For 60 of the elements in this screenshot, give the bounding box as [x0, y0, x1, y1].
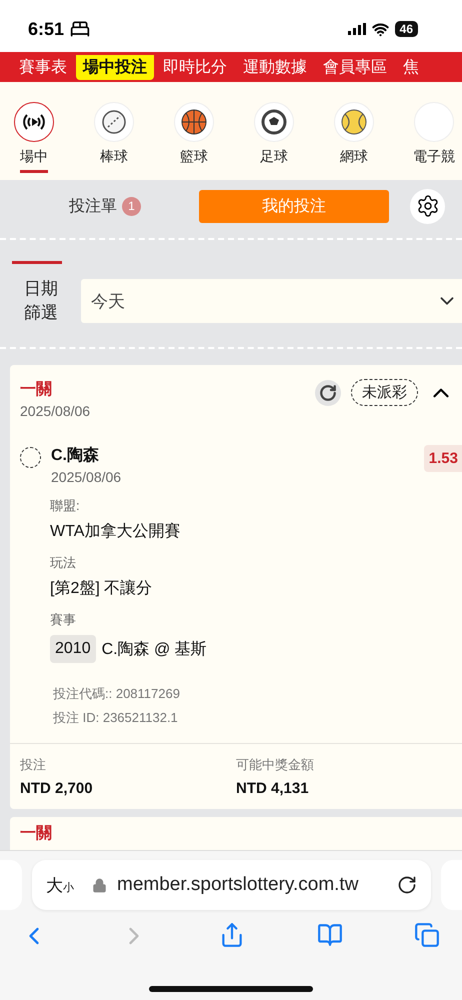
status-tag: 未派彩 — [351, 379, 418, 406]
stake-label: 投注 — [20, 756, 47, 774]
refresh-icon — [319, 384, 337, 402]
bet-type: 一關 — [20, 825, 52, 842]
bet-type: 一關 — [20, 380, 53, 400]
wifi-icon — [372, 20, 389, 38]
clock-time: 6:51 — [28, 18, 64, 40]
lock-icon — [92, 878, 107, 892]
sport-tab[interactable]: 足球 — [260, 148, 288, 173]
tabs-icon — [414, 922, 440, 948]
tabs-button[interactable] — [414, 922, 440, 950]
count-badge: 1 — [122, 196, 141, 216]
event-code: 2010 — [50, 635, 96, 663]
bet-slip-tab[interactable]: 投注單 1 — [69, 196, 141, 216]
sport-tab[interactable]: 網球 — [340, 148, 368, 173]
battery-level: 46 — [394, 21, 418, 37]
detail-value: [第2盤] 不讓分 — [50, 578, 154, 599]
sport-tab[interactable]: 場中 — [20, 148, 48, 173]
payout-label: 可能中獎金額 — [236, 756, 315, 774]
soccer-ball-icon — [261, 109, 287, 135]
sport-button[interactable] — [14, 102, 54, 142]
basketball-icon — [181, 109, 207, 135]
selection-circle — [20, 447, 41, 468]
nav-link[interactable]: 會員專區 — [316, 54, 394, 80]
text-size-button[interactable]: 大小 — [46, 874, 74, 896]
bet-date: 2025/08/06 — [20, 403, 90, 419]
odds-value: 1.53 — [424, 445, 462, 472]
detail-value: C.陶森 @ 基斯 — [102, 640, 207, 660]
baseball-icon — [101, 109, 127, 135]
detail-label: 玩法 — [50, 554, 77, 572]
refresh-button[interactable] — [315, 380, 341, 406]
bed-icon — [70, 19, 90, 39]
selection-name: C.陶森 — [51, 446, 100, 466]
nav-link[interactable]: 即時比分 — [156, 54, 234, 80]
address-bar[interactable]: 大小 member.sportslottery.com.tw — [32, 860, 431, 910]
stake-value: NTD 2,700 — [20, 780, 94, 797]
payout-value: NTD 4,131 — [236, 780, 310, 797]
date-select[interactable]: 今天 — [81, 279, 462, 323]
detail-value: WTA加拿大公開賽 — [50, 522, 182, 542]
selection-date: 2025/08/06 — [51, 469, 122, 485]
tab-underline — [12, 261, 62, 264]
bet-code: 投注代碼:: 208117269 — [53, 685, 181, 703]
filter-label: 日期篩選 — [24, 278, 59, 324]
signal-icon — [348, 23, 366, 35]
nav-link[interactable]: 運動數據 — [236, 54, 314, 80]
bet-id: 投注 ID: 236521132.1 — [53, 709, 179, 727]
settings-button[interactable] — [410, 188, 445, 224]
tennis-ball-icon — [341, 109, 367, 135]
reload-icon[interactable] — [397, 875, 417, 895]
nav-link[interactable]: 焦 — [396, 54, 426, 80]
sport-tab[interactable]: 棒球 — [100, 148, 128, 173]
sport-tab[interactable]: 電子競 — [413, 148, 455, 173]
settings-icon — [416, 194, 440, 218]
book-icon — [316, 922, 342, 948]
sport-tab[interactable]: 籃球 — [180, 148, 208, 173]
detail-label: 賽事 — [50, 611, 77, 629]
detail-label: 聯盟: — [50, 497, 81, 515]
nav-link[interactable]: 賽事表 — [12, 54, 74, 80]
url-text: member.sportslottery.com.tw — [117, 874, 360, 896]
nav-link[interactable]: 場中投注 — [76, 54, 154, 80]
